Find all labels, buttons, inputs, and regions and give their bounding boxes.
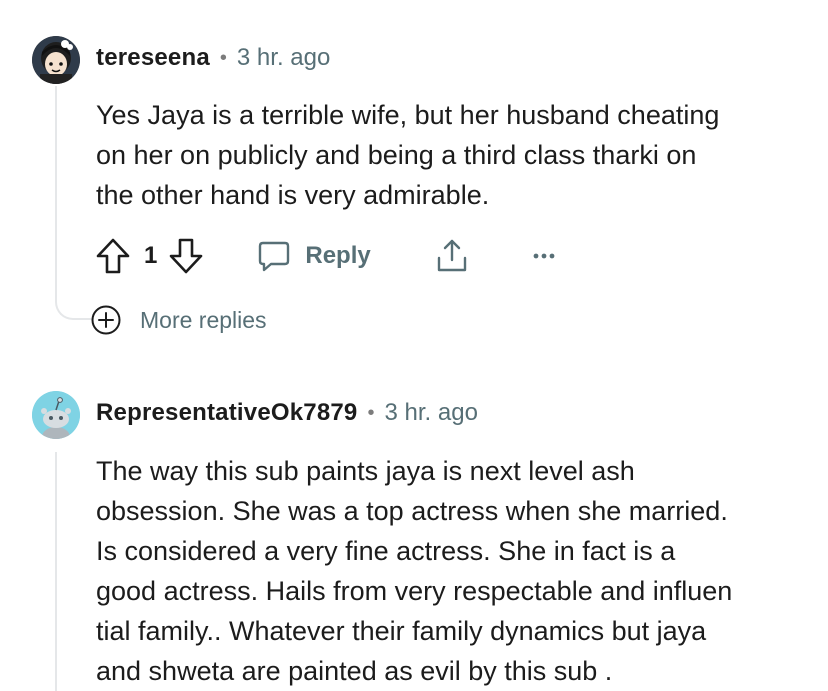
thread-line-curve [55,280,93,320]
thread-line[interactable] [55,452,57,691]
reply-label: Reply [305,242,371,269]
speech-bubble-icon [259,241,290,272]
more-replies-label: More replies [140,306,267,333]
share-icon [437,239,466,272]
username-link[interactable]: tereseena [96,44,210,72]
ellipsis-icon [533,253,555,259]
comment-body: The way this sub paints jaya is next lev… [96,456,733,686]
comment-action-bar: 1 Reply [96,234,555,278]
comment-thread: tereseena • 3 hr. ago Yes Jaya is a terr… [0,0,828,691]
more-replies-button[interactable]: More replies [90,304,267,336]
upvote-button[interactable] [96,238,130,274]
share-button[interactable] [435,238,469,274]
username-link[interactable]: RepresentativeOk7879 [96,399,357,427]
comment-timestamp[interactable]: 3 hr. ago [237,44,330,72]
comment-meta: RepresentativeOk7879 • 3 hr. ago [96,399,478,427]
cartoon-avatar-icon [32,36,80,84]
plus-circle-icon [91,305,121,335]
thread-line[interactable] [55,86,57,300]
more-options-button[interactable] [533,252,555,260]
user-avatar[interactable] [32,391,80,439]
upvote-arrow-icon [96,238,130,274]
meta-separator: • [367,401,375,424]
meta-separator: • [219,46,227,69]
comment-body: Yes Jaya is a terrible wife, but her hus… [96,100,720,210]
snoo-avatar-icon [32,391,80,439]
reply-button[interactable]: Reply [257,239,371,273]
user-avatar[interactable] [32,36,80,84]
downvote-arrow-icon [170,238,203,274]
comment-timestamp[interactable]: 3 hr. ago [385,399,478,427]
vote-count: 1 [144,242,158,269]
downvote-button[interactable] [169,238,203,274]
comment-meta: tereseena • 3 hr. ago [96,44,330,72]
